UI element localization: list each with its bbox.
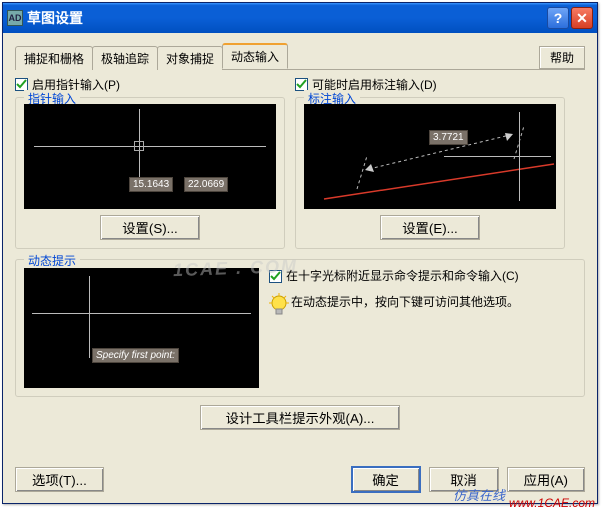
crosshair-horizontal [34,146,266,147]
client-area: 捕捉和栅格 极轴追踪 对象捕捉 动态输入 帮助 启用指针输入(P) 指针输入 [3,33,597,503]
pickbox-icon [134,141,144,151]
watermark-text: 1CAE . COM [173,256,299,281]
dynamic-prompts-section: 动态提示 Specify first point: 在十字光标附近显示命令提示和… [15,259,585,397]
titlebar: AD 草图设置 ? ✕ [3,3,597,33]
watermark-slogan: 仿真在线 [453,485,505,504]
show-prompts-label: 在十字光标附近显示命令提示和命令输入(C) [286,268,519,285]
dimension-column: 可能时启用标注输入(D) 标注输入 [295,76,565,249]
titlebar-help-button[interactable]: ? [547,7,569,29]
crosshair-vertical [89,276,90,358]
options-button[interactable]: 选项(T)... [15,467,104,492]
coord-x-value: 15.1643 [129,177,173,192]
pointer-column: 启用指针输入(P) 指针输入 15.1643 22.0669 设置(S)... [15,76,285,249]
ok-button[interactable]: 确定 [351,466,421,493]
dynamic-prompts-legend: 动态提示 [24,252,80,269]
top-row: 启用指针输入(P) 指针输入 15.1643 22.0669 设置(S)... [15,76,585,249]
crosshair-vertical [519,112,520,201]
dimension-settings-row: 设置(E)... [304,215,556,240]
tab-snap-grid[interactable]: 捕捉和栅格 [15,46,93,70]
command-prompt-text: Specify first point: [92,348,179,363]
titlebar-close-button[interactable]: ✕ [571,7,593,29]
dynamic-right: 在十字光标附近显示命令提示和命令输入(C) 在动态提示中，按向下键可访问其他选 [269,268,576,388]
app-icon: AD [7,10,23,26]
dimension-value: 3.7721 [429,130,468,145]
coord-y-value: 22.0669 [184,177,228,192]
tooltip-appearance-button[interactable]: 设计工具栏提示外观(A)... [200,405,400,430]
tabs-row: 捕捉和栅格 极轴追踪 对象捕捉 动态输入 帮助 [15,43,585,70]
pointer-input-preview: 15.1643 22.0669 [24,104,276,209]
pointer-settings-row: 设置(S)... [24,215,276,240]
appearance-row: 设计工具栏提示外观(A)... [15,405,585,430]
dimension-settings-button[interactable]: 设置(E)... [380,215,480,240]
lightbulb-icon [269,293,291,324]
pointer-input-fieldset: 指针输入 15.1643 22.0669 设置(S)... [15,97,285,249]
help-button[interactable]: 帮助 [539,46,585,69]
apply-button[interactable]: 应用(A) [507,467,585,492]
tab-dynamic-input[interactable]: 动态输入 [222,43,288,69]
check-icon [16,79,27,90]
dynamic-prompts-preview: Specify first point: [24,268,259,388]
show-prompts-row[interactable]: 在十字光标附近显示命令提示和命令输入(C) [269,268,576,285]
dynamic-prompts-fieldset: 动态提示 Specify first point: 在十字光标附近显示命令提示和… [15,259,585,397]
crosshair-horizontal [32,313,251,314]
check-icon [296,79,307,90]
crosshair-horizontal [444,156,551,157]
window-title: 草图设置 [27,8,547,28]
dynamic-inner: Specify first point: 在十字光标附近显示命令提示和命令输入(… [24,268,576,388]
titlebar-buttons: ? ✕ [547,7,593,29]
dimension-input-preview: 3.7721 [304,104,556,209]
dimension-input-fieldset: 标注输入 3.7721 [295,97,565,249]
tip-row: 在动态提示中，按向下键可访问其他选项。 [269,293,576,324]
pointer-settings-button[interactable]: 设置(S)... [100,215,200,240]
tab-polar-tracking[interactable]: 极轴追踪 [92,46,158,70]
tip-text: 在动态提示中，按向下键可访问其他选项。 [291,293,519,311]
watermark-url: www.1CAE.com [509,496,595,510]
dialog-window: AD 草图设置 ? ✕ 捕捉和栅格 极轴追踪 对象捕捉 动态输入 帮助 启用指针… [2,2,598,504]
tab-object-snap[interactable]: 对象捕捉 [157,46,223,70]
